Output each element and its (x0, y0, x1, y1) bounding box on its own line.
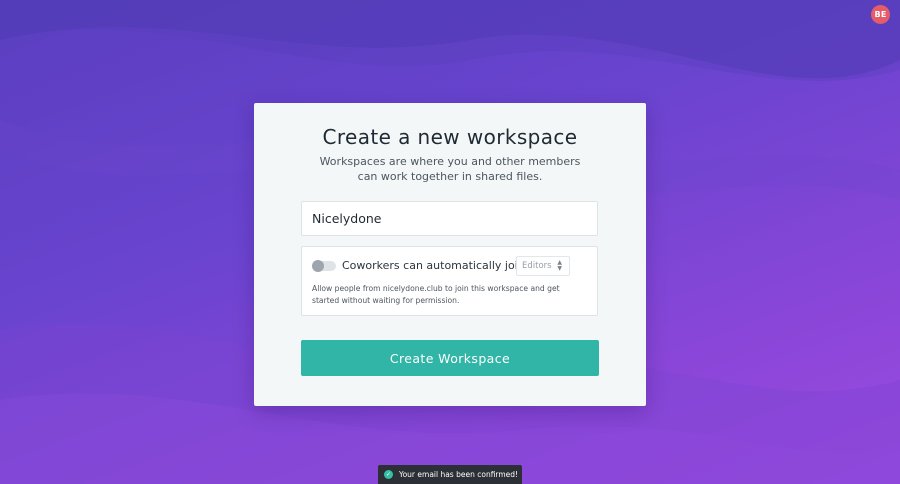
subtitle-line-2: can work together in shared files. (357, 169, 543, 183)
auto-join-label: Coworkers can automatically join as (342, 259, 541, 272)
avatar-initials: BE (874, 10, 887, 19)
toast-message: Your email has been confirmed! (399, 470, 519, 479)
role-select-value: Editors (522, 261, 552, 271)
select-arrows-icon: ▲ ▼ (557, 259, 562, 272)
toast-notification: ✓ Your email has been confirmed! (378, 465, 522, 484)
page-title: Create a new workspace (322, 125, 578, 149)
role-select[interactable]: Editors ▲ ▼ (516, 256, 570, 276)
subtitle-line-1: Workspaces are where you and other membe… (319, 155, 581, 168)
toggle-knob (312, 260, 324, 272)
user-avatar[interactable]: BE (871, 5, 890, 24)
create-workspace-button[interactable]: Create Workspace (301, 340, 599, 376)
check-circle-icon: ✓ (384, 470, 393, 479)
auto-join-toggle[interactable] (312, 260, 336, 272)
auto-join-panel: Coworkers can automatically join as Edit… (301, 246, 598, 316)
workspace-name-input[interactable] (301, 201, 598, 236)
auto-join-help-text: Allow people from nicelydone.club to joi… (312, 284, 560, 305)
create-workspace-card: Create a new workspace Workspaces are wh… (254, 103, 646, 406)
page-subtitle: Workspaces are where you and other membe… (310, 155, 590, 184)
